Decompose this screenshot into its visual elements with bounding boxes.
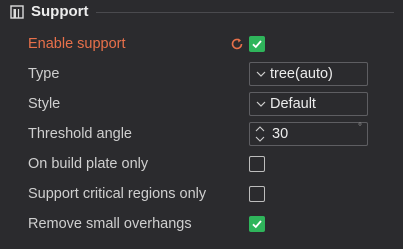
support-settings-icon	[10, 5, 24, 19]
reset-arrow-icon[interactable]	[230, 37, 244, 51]
on-build-plate-only-label: On build plate only	[28, 156, 149, 172]
support-critical-regions-only-checkbox[interactable]	[249, 186, 265, 202]
row-threshold-angle: Threshold angle 30 °	[0, 119, 403, 149]
chevron-down-icon	[256, 71, 266, 77]
support-settings-panel: Support Enable support Type tree(auto) S…	[0, 0, 403, 249]
threshold-angle-spin[interactable]: 30 °	[249, 122, 368, 146]
enable-support-label: Enable support	[28, 36, 126, 52]
section-divider	[96, 12, 394, 13]
style-combo[interactable]: Default	[249, 92, 368, 116]
row-support-critical-regions-only: Support critical regions only	[0, 179, 403, 209]
checkmark-icon	[252, 220, 262, 229]
remove-small-overhangs-label: Remove small overhangs	[28, 216, 192, 232]
threshold-angle-value[interactable]: 30	[272, 125, 288, 144]
style-combo-value: Default	[270, 96, 316, 112]
enable-support-checkbox[interactable]	[249, 36, 265, 52]
row-style: Style Default	[0, 89, 403, 119]
row-on-build-plate-only: On build plate only	[0, 149, 403, 179]
spin-down-icon[interactable]	[255, 135, 265, 143]
row-enable-support: Enable support	[0, 29, 403, 59]
spin-up-icon[interactable]	[255, 125, 265, 133]
type-combo[interactable]: tree(auto)	[249, 62, 368, 86]
chevron-down-icon	[256, 101, 266, 107]
on-build-plate-only-checkbox[interactable]	[249, 156, 265, 172]
section-title: Support	[31, 3, 89, 20]
row-remove-small-overhangs: Remove small overhangs	[0, 209, 403, 239]
section-header: Support	[0, 0, 403, 26]
row-type: Type tree(auto)	[0, 59, 403, 89]
type-label: Type	[28, 66, 60, 82]
threshold-angle-unit: °	[358, 122, 362, 133]
remove-small-overhangs-checkbox[interactable]	[249, 216, 265, 232]
support-critical-regions-only-label: Support critical regions only	[28, 186, 207, 202]
style-label: Style	[28, 96, 61, 112]
checkmark-icon	[252, 40, 262, 49]
type-combo-value: tree(auto)	[270, 66, 333, 82]
threshold-angle-label: Threshold angle	[28, 126, 132, 142]
